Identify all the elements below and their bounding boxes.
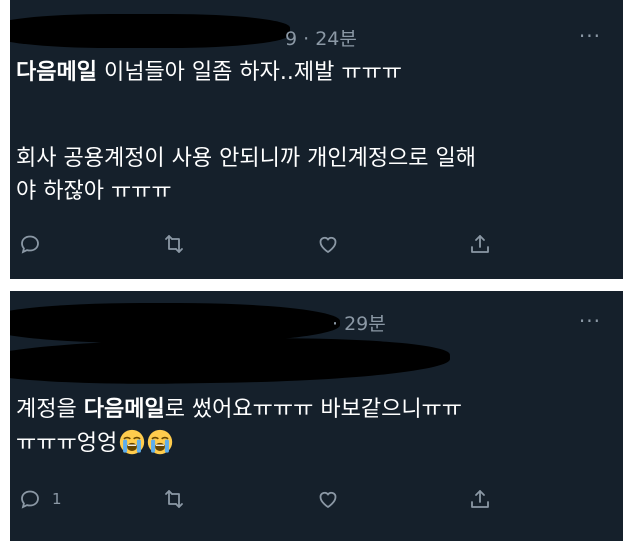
retweet-icon	[165, 235, 183, 253]
mention-bold: 다음메일	[83, 397, 165, 422]
share-icon	[471, 235, 489, 253]
like-button[interactable]	[316, 483, 340, 515]
tweet-timestamp[interactable]: · 29분	[332, 309, 386, 336]
like-button[interactable]	[316, 228, 340, 260]
loudly-crying-face-icon	[120, 429, 145, 455]
share-button[interactable]	[468, 483, 492, 515]
tweet-text: 다음메일 이넘들아 일좀 하자..제발 ㅠㅠㅠ	[16, 60, 403, 85]
loudly-crying-face-icon	[148, 429, 173, 455]
tweet-text-line2: ㅠㅠㅠ엉엉	[16, 427, 611, 460]
retweet-button[interactable]	[162, 483, 186, 515]
retweet-button[interactable]	[162, 228, 186, 260]
like-icon	[319, 236, 337, 254]
reply-icon	[21, 235, 39, 254]
share-button[interactable]	[468, 228, 492, 260]
retweet-icon	[165, 490, 183, 508]
redacted-username	[10, 303, 340, 343]
reply-icon	[21, 490, 39, 509]
tweet-timestamp[interactable]: 9 · 24분	[285, 24, 357, 51]
tweet-actions: 1	[10, 483, 623, 515]
tweet-card[interactable]: · 29분 ··· 계정을 다음메일로 썼어요ㅠㅠㅠ 바보같으니ㅠㅠ ㅠㅠㅠ엉엉…	[10, 291, 623, 541]
tweet-card[interactable]: 9 · 24분 ··· 다음메일 이넘들아 일좀 하자..제발 ㅠㅠㅠ 회사 공…	[10, 0, 623, 279]
tweet-text: 계정을 다음메일로 썼어요ㅠㅠㅠ 바보같으니ㅠㅠ	[16, 397, 463, 422]
reply-count: 1	[52, 490, 62, 508]
more-options-icon[interactable]: ···	[579, 309, 601, 333]
redacted-username	[10, 14, 290, 48]
reply-button[interactable]	[18, 228, 52, 260]
tweet-text-paragraph: 회사 공용계정이 사용 안되니까 개인계정으로 일해 야 하잖아 ㅠㅠㅠ	[16, 146, 477, 204]
tweet-actions	[10, 228, 623, 260]
reply-button[interactable]: 1	[18, 483, 62, 515]
share-icon	[471, 490, 489, 508]
mention-bold: 다음메일	[16, 60, 97, 85]
redacted-handle	[10, 334, 451, 388]
like-icon	[319, 491, 337, 509]
more-options-icon[interactable]: ···	[579, 24, 601, 48]
